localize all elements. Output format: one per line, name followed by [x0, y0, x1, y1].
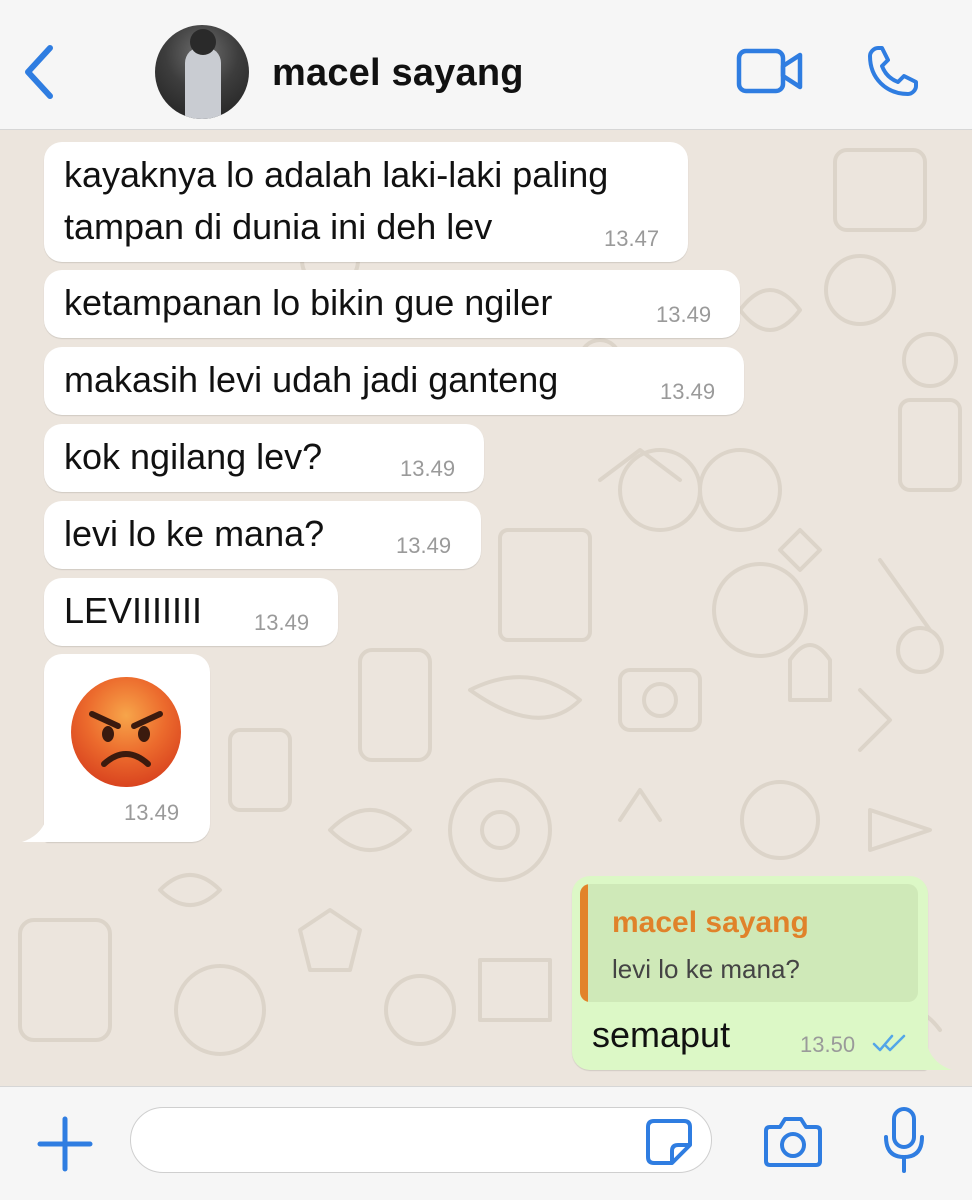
message-text: levi lo ke mana?: [64, 513, 325, 554]
message-time: 13.47: [604, 226, 660, 251]
message-text: kok ngilang lev?: [64, 436, 323, 477]
message-text: LEVIIIIIII: [64, 590, 203, 631]
phone-icon: [868, 46, 918, 96]
message-time: 13.49: [396, 533, 452, 558]
plus-icon: [37, 1116, 93, 1172]
sticker-icon: [646, 1119, 692, 1165]
message-time: 13.49: [400, 456, 456, 481]
incoming-message[interactable]: levi lo ke mana? 13.49: [44, 501, 481, 569]
microphone-icon: [884, 1107, 924, 1173]
message-text: ketampanan lo bikin gue ngiler: [64, 282, 553, 323]
attach-button[interactable]: [36, 1115, 94, 1173]
camera-icon: [764, 1117, 822, 1167]
chat-header: macel sayang: [0, 0, 972, 130]
sticker-button[interactable]: [644, 1117, 694, 1167]
contact-name[interactable]: macel sayang: [272, 52, 524, 95]
voice-call-button[interactable]: [864, 44, 920, 100]
message-text-line: tampan di dunia ini deh lev: [64, 206, 493, 247]
back-button[interactable]: [18, 42, 62, 102]
message-text: semaput: [592, 1014, 731, 1055]
reply-quote-bar: [580, 884, 588, 1002]
incoming-message[interactable]: kayaknya lo adalah laki-laki paling tamp…: [44, 142, 688, 262]
avatar-figure: [185, 47, 221, 119]
incoming-bubble-tail: [22, 820, 52, 842]
video-camera-icon: [736, 48, 803, 94]
incoming-message[interactable]: kok ngilang lev? 13.49: [44, 424, 484, 492]
read-receipt-icon: [872, 1034, 906, 1052]
message-input[interactable]: [130, 1107, 712, 1173]
outgoing-message[interactable]: macel sayang levi lo ke mana? semaput 13…: [572, 876, 928, 1070]
reply-quote-author: macel sayang: [612, 906, 809, 939]
message-time: 13.49: [254, 610, 310, 635]
incoming-message[interactable]: ketampanan lo bikin gue ngiler 13.49: [44, 270, 740, 338]
avatar[interactable]: [155, 25, 249, 119]
message-time: 13.50: [800, 1032, 856, 1057]
camera-button[interactable]: [762, 1113, 824, 1169]
message-time: 13.49: [124, 800, 180, 825]
chevron-left-icon: [25, 45, 53, 99]
voice-message-button[interactable]: [880, 1105, 928, 1177]
outgoing-bubble-tail: [922, 1048, 952, 1070]
incoming-emoji-message[interactable]: 13.49: [44, 654, 210, 842]
message-time: 13.49: [660, 379, 716, 404]
message-text-line: kayaknya lo adalah laki-laki paling: [64, 154, 609, 195]
message-text: makasih levi udah jadi ganteng: [64, 359, 559, 400]
angry-face-emoji: [71, 677, 181, 787]
incoming-message[interactable]: LEVIIIIIII 13.49: [44, 578, 338, 646]
reply-quote-text: levi lo ke mana?: [612, 954, 800, 984]
avatar-head: [190, 29, 216, 55]
video-call-button[interactable]: [736, 46, 804, 96]
message-composer: [0, 1086, 972, 1200]
incoming-message[interactable]: makasih levi udah jadi ganteng 13.49: [44, 347, 744, 415]
chat-area[interactable]: kayaknya lo adalah laki-laki paling tamp…: [0, 130, 972, 1086]
message-time: 13.49: [656, 302, 712, 327]
reply-quote[interactable]: macel sayang levi lo ke mana?: [580, 884, 918, 1002]
